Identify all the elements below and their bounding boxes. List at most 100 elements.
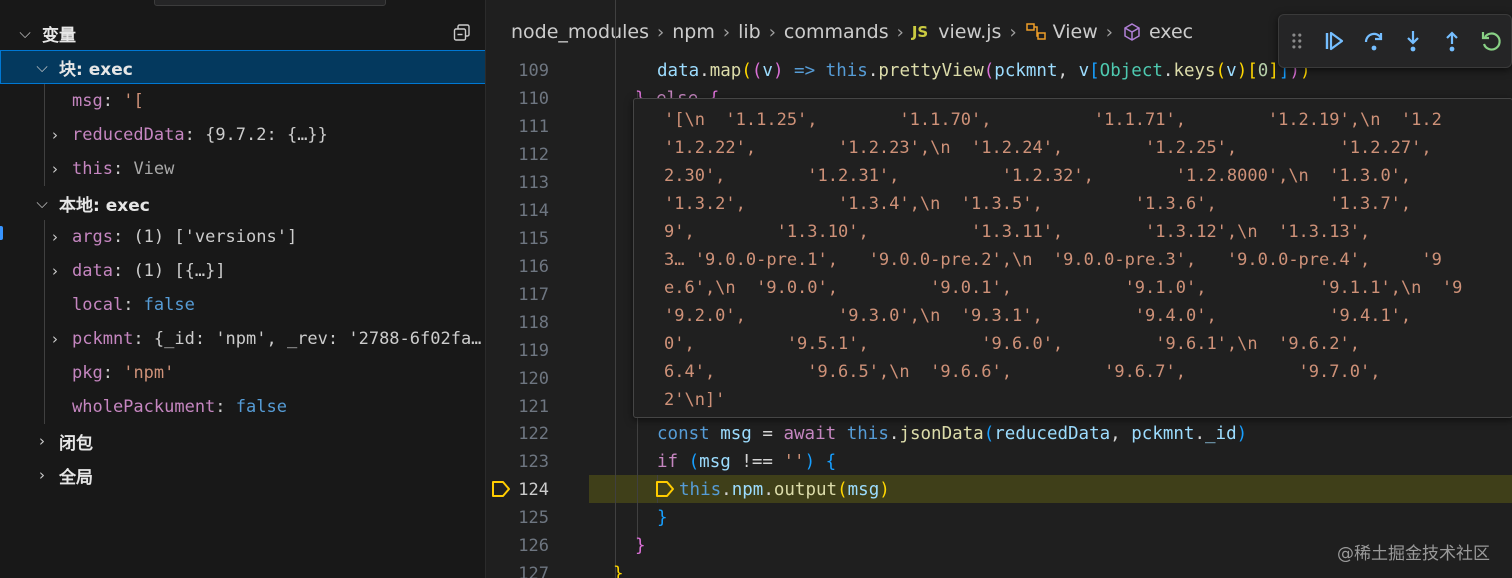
variable-name: pckmnt (72, 329, 134, 349)
watermark: @稀土掘金技术社区 (1337, 544, 1490, 564)
chevron-right-icon[interactable]: › (46, 330, 64, 348)
breadcrumb-item[interactable]: node_modules (511, 21, 649, 43)
step-out-button[interactable] (1433, 21, 1472, 61)
chevron-right-icon: › (1009, 21, 1017, 43)
variable-value: '[ (123, 91, 144, 111)
hover-value-line: 9', '1.3.10', '1.3.11', '1.3.12',\n '1.3… (664, 222, 1371, 242)
variable-value: {9.7.2: {…}} (205, 125, 328, 145)
code-line-125[interactable]: } (657, 504, 668, 532)
tree-indent-guide (44, 84, 45, 118)
breadcrumb-item[interactable]: view.js (938, 21, 1001, 43)
line-number[interactable]: 127 (487, 560, 549, 578)
line-number[interactable]: 109 (487, 57, 549, 85)
drag-grip-icon[interactable] (1289, 29, 1305, 53)
code-line-109[interactable]: data.map((v) => this.prettyView(pckmnt, … (657, 57, 1311, 85)
code-line-127[interactable]: } (613, 560, 624, 578)
variable-row-pckmnt[interactable]: › pckmnt: {_id: 'npm', _rev: '2788-6f02f… (0, 322, 485, 356)
chevron-right-icon[interactable]: › (46, 228, 64, 246)
hover-value-line: e.6',\n '9.0.0', '9.0.1', '9.1.0', '9.1.… (664, 278, 1463, 298)
breadcrumb-item[interactable]: commands (784, 21, 889, 43)
code-line-122[interactable]: const msg = await this.jsonData(reducedD… (657, 420, 1247, 448)
tree-indent-guide (44, 220, 45, 254)
scope-label: 闭包 (59, 433, 93, 454)
line-number[interactable]: 111 (487, 113, 549, 141)
chevron-right-icon: › (657, 21, 665, 43)
sidebar-top-control[interactable] (154, 0, 386, 6)
chevron-down-icon: ⌵ (36, 194, 48, 212)
scope-local-exec[interactable]: ⌵ 本地: exec (0, 186, 485, 220)
chevron-right-icon: › (39, 432, 45, 450)
variable-row-msg[interactable]: msg: '[ (0, 84, 485, 118)
chevron-right-icon[interactable]: › (46, 126, 64, 144)
line-number[interactable]: 117 (487, 281, 549, 309)
line-number[interactable]: 118 (487, 309, 549, 337)
chevron-right-icon: › (39, 466, 45, 484)
variable-value: {_id: 'npm', _rev: '2788-6f02fa… (153, 329, 482, 349)
hover-tooltip-msg-value[interactable]: '[\n '1.1.25', '1.1.70', '1.1.71', '1.2.… (633, 98, 1512, 418)
line-number[interactable]: 116 (487, 253, 549, 281)
variable-row-wholepackument[interactable]: wholePackument: false (0, 390, 485, 424)
variable-name: local (72, 295, 124, 315)
step-into-button[interactable] (1393, 21, 1432, 61)
chevron-right-icon: › (722, 21, 731, 43)
code-line-124[interactable]: this.npm.output(msg) (679, 476, 890, 504)
tree-indent-guide (44, 152, 45, 186)
scope-label: 全局 (59, 467, 93, 488)
step-out-icon (1446, 31, 1458, 52)
indent-guide (615, 0, 616, 578)
breadcrumb-item[interactable]: exec (1149, 21, 1193, 43)
hover-value-line: '9.2.0', '9.3.0',\n '9.3.1', '9.4.0', '9… (664, 306, 1412, 326)
restart-button[interactable] (1472, 21, 1511, 61)
scope-global[interactable]: › 全局 (0, 458, 485, 492)
line-number[interactable]: 122 (487, 420, 549, 448)
line-number[interactable]: 120 (487, 365, 549, 393)
step-over-button[interactable] (1354, 21, 1393, 61)
code-line-123[interactable]: if (msg !== '') { (657, 448, 836, 476)
variable-value: (1) ['versions'] (133, 227, 298, 247)
code-editor[interactable]: node_modules › npm › lib › commands › JS… (487, 0, 1512, 578)
breakpoint-stop-icon[interactable] (491, 480, 511, 498)
variable-row-args[interactable]: › args: (1) ['versions'] (0, 220, 485, 254)
variable-name: this (72, 159, 113, 179)
line-number[interactable]: 110 (487, 85, 549, 113)
debug-toolbar (1278, 14, 1512, 68)
line-number[interactable]: 112 (487, 141, 549, 169)
variable-name: wholePackument (72, 397, 216, 417)
chevron-right-icon: › (896, 21, 904, 43)
line-number[interactable]: 113 (487, 169, 549, 197)
hover-value-line: 2.30', '1.2.31', '1.2.32', '1.2.8000',\n… (664, 166, 1412, 186)
tree-indent-guide (44, 322, 45, 356)
code-line-126[interactable]: } (635, 532, 646, 560)
inline-breakpoint-icon[interactable] (655, 480, 675, 498)
line-number[interactable]: 119 (487, 337, 549, 365)
chevron-down-icon: ⌵ (36, 58, 48, 76)
variable-row-data[interactable]: › data: (1) [{…}] (0, 254, 485, 288)
continue-button[interactable] (1315, 21, 1354, 61)
line-number[interactable]: 121 (487, 393, 549, 421)
variable-row-reduceddata[interactable]: › reducedData: {9.7.2: {…}} (0, 118, 485, 152)
variable-row-local[interactable]: local: false (0, 288, 485, 322)
chevron-right-icon[interactable]: › (46, 160, 64, 178)
line-number[interactable]: 123 (487, 448, 549, 476)
line-number[interactable]: 115 (487, 225, 549, 253)
variables-section-header[interactable]: ⌵ 变量 (0, 16, 485, 50)
chevron-down-icon: ⌵ (19, 24, 31, 42)
collapse-all-icon[interactable] (452, 23, 472, 43)
breadcrumb-item[interactable]: lib (738, 21, 761, 43)
scope-label: 本地: exec (59, 195, 150, 216)
line-number[interactable]: 126 (487, 532, 549, 560)
line-number[interactable]: 114 (487, 197, 549, 225)
variable-value: false (235, 397, 287, 417)
variable-row-pkg[interactable]: pkg: 'npm' (0, 356, 485, 390)
variable-name: args (72, 227, 113, 247)
scope-block-exec[interactable]: ⌵ 块: exec (0, 50, 485, 84)
variable-row-this[interactable]: › this: View (0, 152, 485, 186)
chevron-right-icon[interactable]: › (46, 262, 64, 280)
tree-indent-guide (44, 254, 45, 288)
scope-closure[interactable]: › 闭包 (0, 424, 485, 458)
variable-value: (1) [{…}] (133, 261, 226, 281)
hover-value-line: '[\n '1.1.25', '1.1.70', '1.1.71', '1.2.… (664, 110, 1442, 130)
breadcrumb-item[interactable]: npm (672, 21, 715, 43)
breadcrumb-item[interactable]: View (1053, 21, 1098, 43)
line-number[interactable]: 125 (487, 504, 549, 532)
